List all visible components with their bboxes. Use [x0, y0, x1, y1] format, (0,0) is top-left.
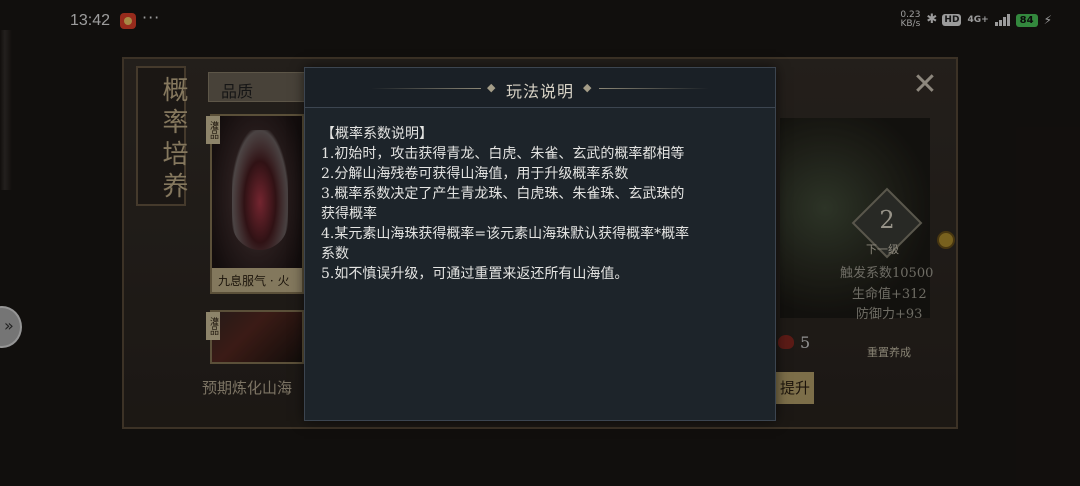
- rule-line: 系数: [321, 246, 349, 262]
- dialog-header: ◆ 玩法说明 ◆: [305, 68, 775, 108]
- rule-line: 获得概率: [321, 206, 377, 222]
- rule-line: 1.初始时，攻击获得青龙、白虎、朱雀、玄武的概率都相等: [321, 146, 685, 162]
- title-divider-right: [599, 88, 709, 89]
- rule-line: 5.如不慎误升级，可通过重置来返还所有山海值。: [321, 266, 629, 282]
- rules-dialog: ◆ 玩法说明 ◆ 【概率系数说明】 1.初始时，攻击获得青龙、白虎、朱雀、玄武的…: [304, 67, 776, 421]
- rule-line: 3.概率系数决定了产生青龙珠、白虎珠、朱雀珠、玄武珠的: [321, 186, 685, 202]
- rule-line: 2.分解山海残卷可获得山海值，用于升级概率系数: [321, 166, 629, 182]
- title-ornament-right-icon: ◆: [583, 81, 592, 94]
- dialog-body: 【概率系数说明】 1.初始时，攻击获得青龙、白虎、朱雀、玄武的概率都相等 2.分…: [321, 124, 765, 284]
- rule-line: 4.某元素山海珠获得概率=该元素山海珠默认获得概率*概率: [321, 226, 690, 242]
- rule-line: 【概率系数说明】: [321, 126, 433, 142]
- dialog-title: 玩法说明: [505, 82, 574, 101]
